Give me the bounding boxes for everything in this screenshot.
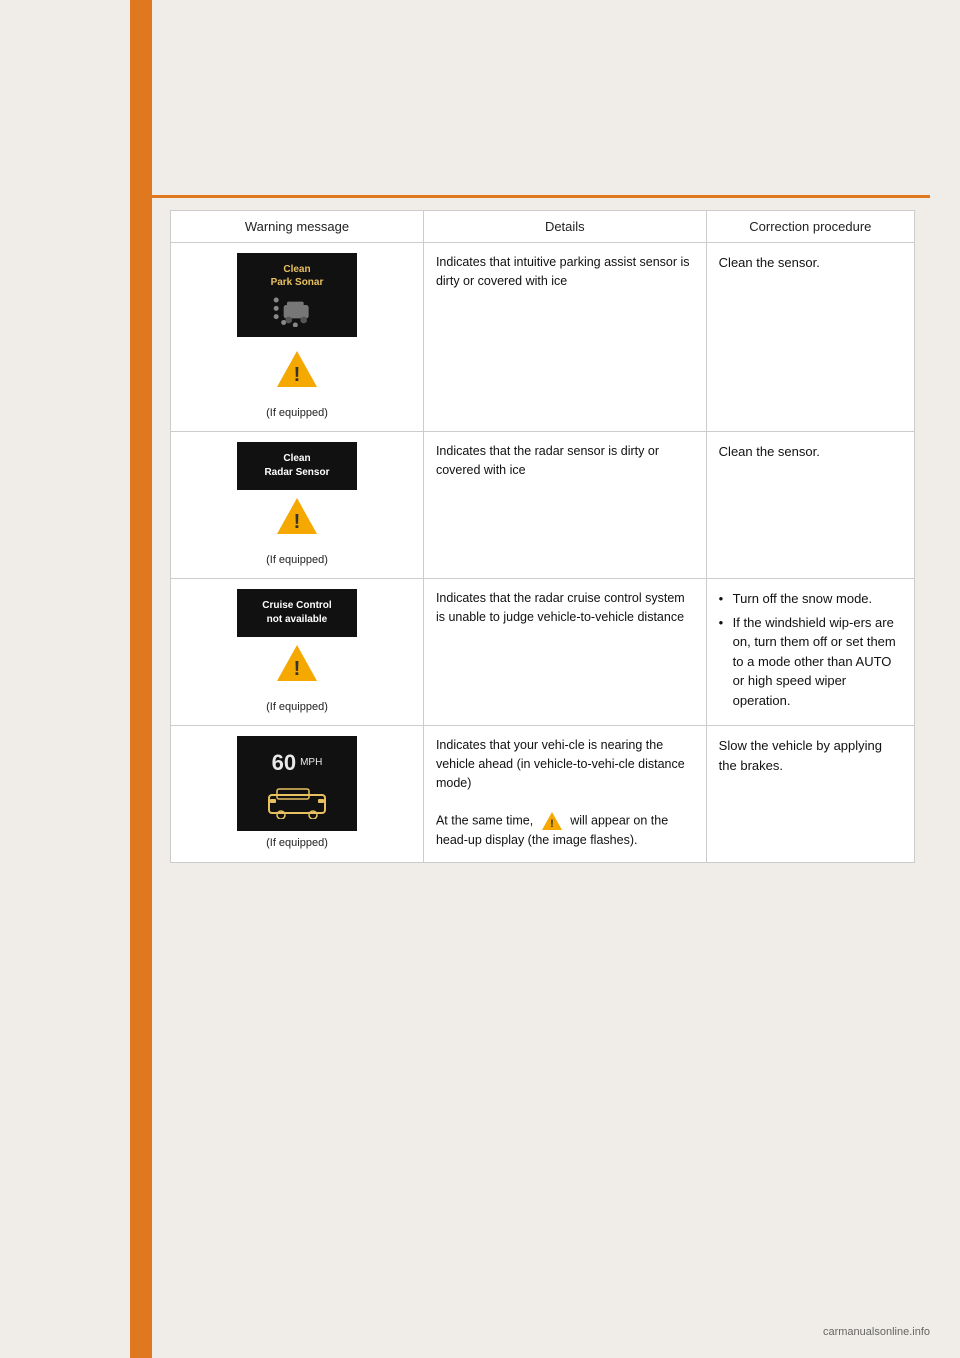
park-sonar-icon — [251, 293, 343, 327]
correction-cell-2: Clean the sensor. — [706, 432, 914, 579]
alert-triangle-2: ! — [275, 496, 319, 536]
col-header-details: Details — [423, 211, 706, 243]
park-sonar-label-line1: Clean — [251, 263, 343, 276]
details-cell-4: Indicates that your vehi-cle is nearing … — [423, 726, 706, 863]
bullet-item: If the windshield wip-ers are on, turn t… — [719, 613, 902, 711]
if-equipped-1: (If equipped) — [183, 405, 411, 422]
warning-cell-cruise: Cruise Control not available ! (If equip… — [171, 579, 424, 726]
speed-unit: MPH — [300, 755, 322, 770]
table-row: 60 MPH (If — [171, 726, 915, 863]
warning-cell-radar: Clean Radar Sensor ! (If equipped) — [171, 432, 424, 579]
if-equipped-3: (If equipped) — [183, 699, 411, 716]
main-table: Warning message Details Correction proce… — [170, 210, 915, 863]
correction-bullets-3: Turn off the snow mode. If the windshiel… — [719, 589, 902, 710]
cruise-control-warning-box: Cruise Control not available — [237, 589, 357, 637]
speed-display-box: 60 MPH — [237, 736, 357, 831]
radar-sensor-warning-box: Clean Radar Sensor — [237, 442, 357, 490]
orange-sidebar — [130, 0, 152, 1358]
table-row: Clean Park Sonar — [171, 243, 915, 432]
details-cell-1: Indicates that intuitive parking assist … — [423, 243, 706, 432]
park-sonar-label-line2: Park Sonar — [251, 276, 343, 289]
watermark: carmanualsonline.info — [823, 1326, 930, 1338]
inline-warning-icon: ! — [541, 811, 563, 831]
correction-cell-3: Turn off the snow mode. If the windshiel… — [706, 579, 914, 726]
speed-inner: 60 MPH — [251, 746, 343, 779]
warning-cell-park-sonar: Clean Park Sonar — [171, 243, 424, 432]
svg-text:!: ! — [294, 658, 301, 680]
details-cell-3: Indicates that the radar cruise control … — [423, 579, 706, 726]
table-row: Clean Radar Sensor ! (If equipped) Indic… — [171, 432, 915, 579]
alert-triangle-3: ! — [275, 643, 319, 683]
if-equipped-2: (If equipped) — [183, 552, 411, 569]
vehicle-outline-svg — [267, 783, 327, 819]
svg-text:!: ! — [550, 818, 554, 830]
alert-triangle-1: ! — [275, 349, 319, 389]
svg-text:!: ! — [294, 364, 301, 386]
park-sonar-car-svg — [272, 293, 322, 327]
details-line-1: Indicates that your vehi-cle is nearing … — [436, 738, 685, 790]
content-area: Warning message Details Correction proce… — [170, 210, 915, 1258]
correction-cell-1: Clean the sensor. — [706, 243, 914, 432]
radar-label-line2: Radar Sensor — [251, 466, 343, 480]
warning-cell-distance: 60 MPH (If — [171, 726, 424, 863]
details-line-2: At the same time, — [436, 813, 533, 827]
speed-number: 60 — [272, 746, 296, 779]
col-header-correction: Correction procedure — [706, 211, 914, 243]
cruise-label-line1: Cruise Control — [251, 599, 343, 613]
orange-line-top — [152, 195, 930, 198]
park-sonar-warning-box: Clean Park Sonar — [237, 253, 357, 337]
col-header-warning: Warning message — [171, 211, 424, 243]
radar-label-line1: Clean — [251, 452, 343, 466]
bullet-item: Turn off the snow mode. — [719, 589, 902, 609]
if-equipped-4: (If equipped) — [183, 835, 411, 852]
details-cell-2: Indicates that the radar sensor is dirty… — [423, 432, 706, 579]
cruise-label-line2: not available — [251, 613, 343, 627]
svg-text:!: ! — [294, 511, 301, 533]
table-row: Cruise Control not available ! (If equip… — [171, 579, 915, 726]
correction-cell-4: Slow the vehicle by applying the brakes. — [706, 726, 914, 863]
